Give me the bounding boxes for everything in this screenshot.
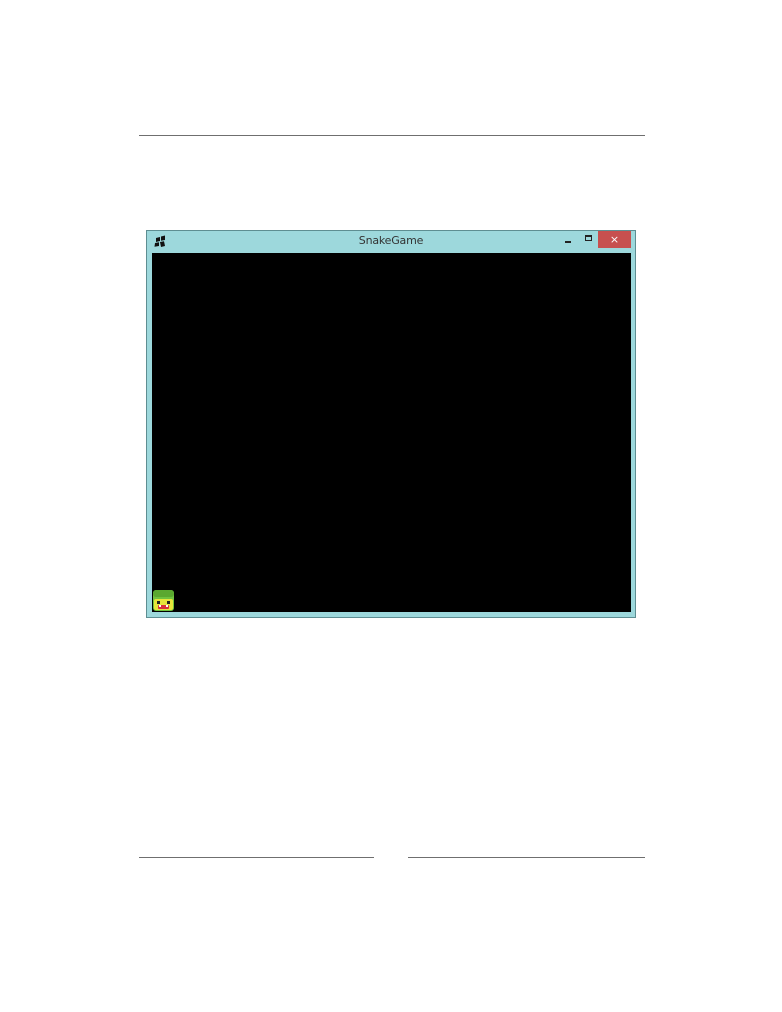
bottom-rule-left <box>139 857 374 858</box>
top-rule <box>139 135 645 136</box>
minimize-button[interactable] <box>558 231 577 248</box>
snake-head-icon <box>153 590 174 611</box>
title-bar[interactable]: SnakeGame × <box>147 231 635 253</box>
game-canvas[interactable] <box>152 253 631 612</box>
maximize-icon <box>585 235 592 241</box>
snake-game-window: SnakeGame × <box>146 230 636 618</box>
document-page: SnakeGame × <box>0 0 782 1012</box>
close-button[interactable]: × <box>598 231 631 248</box>
minimize-icon <box>564 241 571 243</box>
maximize-button[interactable] <box>579 231 598 248</box>
close-icon: × <box>609 233 620 246</box>
bottom-rule-right <box>408 857 645 858</box>
